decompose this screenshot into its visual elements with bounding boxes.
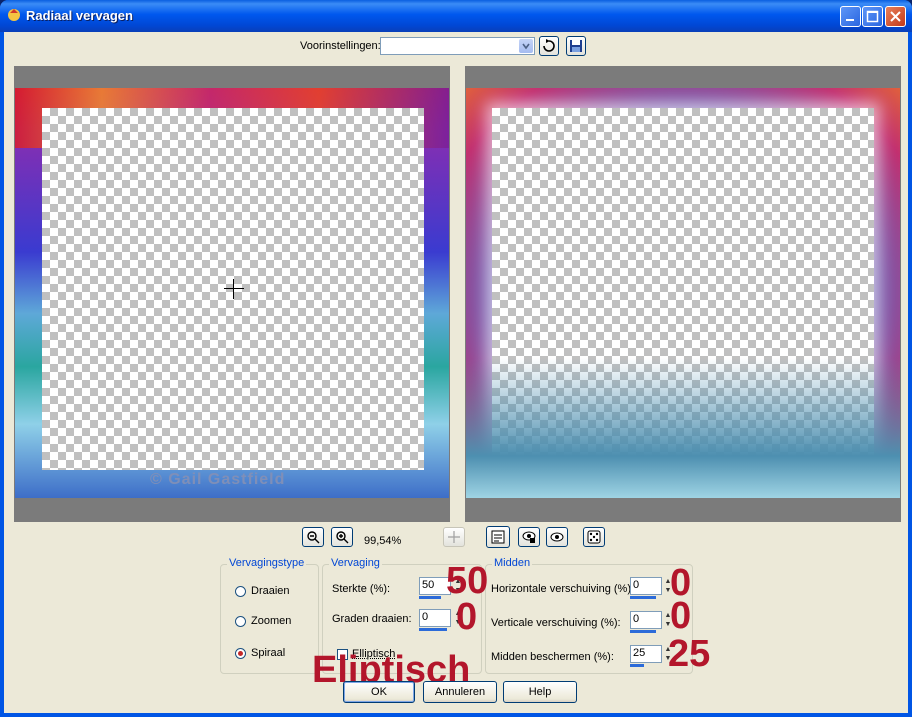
save-icon — [570, 40, 582, 52]
radio-spiraal[interactable]: Spiraal — [235, 645, 285, 661]
v-offset-input[interactable]: 0 — [630, 611, 662, 629]
strength-slider[interactable] — [419, 596, 441, 599]
radio-label: Spiraal — [251, 647, 286, 659]
center-group: Midden Horizontale verschuiving (%): 0 ▲… — [485, 557, 693, 674]
center-crosshair-icon[interactable] — [224, 279, 244, 299]
minimize-icon — [846, 19, 854, 21]
radio-label: Zoomen — [251, 615, 292, 627]
close-icon — [890, 11, 901, 22]
radio-label: Draaien — [251, 585, 290, 597]
rotate-slider[interactable] — [419, 628, 447, 631]
move-icon — [448, 531, 460, 543]
v-offset-annotation: 0 — [670, 595, 692, 637]
auto-proof-button[interactable] — [518, 527, 540, 547]
zoom-level: 99,54% — [364, 535, 402, 547]
eye-icon — [550, 532, 564, 542]
save-preset-button[interactable] — [566, 36, 586, 56]
blur-type-group: Vervagingstype Draaien Zoomen Spiraal — [220, 557, 319, 674]
result-preview-pane[interactable] — [465, 66, 901, 522]
move-view-button[interactable] — [443, 527, 465, 547]
maximize-icon — [866, 10, 879, 23]
randomize-icon — [587, 530, 601, 544]
zoom-in-icon — [336, 531, 349, 544]
chevron-down-icon[interactable] — [519, 39, 533, 53]
radio-draaien[interactable]: Draaien — [235, 583, 290, 599]
h-offset-slider[interactable] — [630, 596, 656, 599]
zoom-in-button[interactable] — [331, 527, 353, 547]
strength-annotation: 50 — [446, 560, 489, 602]
v-offset-label: Verticale verschuiving (%): — [491, 617, 621, 629]
radio-zoomen[interactable]: Zoomen — [235, 613, 291, 629]
rotate-input[interactable]: 0 — [419, 609, 451, 627]
window-title: Radiaal vervagen — [26, 8, 133, 23]
randomize-button[interactable] — [583, 527, 605, 547]
radio-button[interactable] — [235, 615, 246, 627]
radio-button[interactable] — [235, 647, 246, 659]
zoom-out-icon — [307, 531, 320, 544]
v-offset-slider[interactable] — [630, 630, 656, 633]
presets-dropdown[interactable] — [380, 37, 535, 55]
h-offset-label: Horizontale verschuiving (%): — [491, 583, 635, 595]
preview-eye-button[interactable] — [546, 527, 568, 547]
maximize-button[interactable] — [862, 6, 883, 27]
blur-title: Vervaging — [329, 557, 382, 569]
app-icon — [8, 9, 20, 21]
minimize-button[interactable] — [840, 6, 861, 27]
reset-icon — [543, 39, 555, 52]
center-title: Midden — [492, 557, 533, 569]
ok-button[interactable]: OK — [343, 681, 415, 703]
original-preview-pane[interactable]: © Gail Gastfield — [14, 66, 450, 522]
dialog-window: Radiaal vervagen Voorinstellingen: © Gai… — [0, 0, 912, 717]
proof-icon — [491, 530, 505, 544]
h-offset-input[interactable]: 0 — [630, 577, 662, 595]
zoom-out-button[interactable] — [302, 527, 324, 547]
reset-presets-button[interactable] — [539, 36, 559, 56]
protect-center-slider[interactable] — [630, 664, 644, 667]
proof-toggle-button[interactable] — [486, 526, 510, 548]
title-bar[interactable]: Radiaal vervagen — [0, 0, 912, 32]
protect-center-input[interactable]: 25 — [630, 645, 662, 663]
rotate-annotation: 0 — [456, 596, 478, 638]
original-preview-image: © Gail Gastfield — [15, 88, 449, 498]
protect-center-label: Midden beschermen (%): — [491, 651, 614, 663]
transparency-checkerboard — [492, 108, 874, 470]
rotate-label: Graden draaien: — [332, 613, 412, 625]
protect-center-annotation: 25 — [668, 633, 711, 675]
help-button[interactable]: Help — [503, 681, 577, 703]
presets-label: Voorinstellingen: — [300, 40, 381, 52]
image-watermark: © Gail Gastfield — [150, 471, 286, 488]
close-button[interactable] — [885, 6, 906, 27]
dialog-client: Voorinstellingen: © Gail Gastfield 99,54… — [4, 32, 908, 713]
strength-label: Sterkte (%): — [332, 583, 391, 595]
cancel-button[interactable]: Annuleren — [423, 681, 497, 703]
radio-button[interactable] — [235, 585, 246, 597]
blur-type-title: Vervagingstype — [227, 557, 307, 569]
result-preview-image — [466, 88, 900, 498]
auto-proof-icon — [522, 531, 536, 543]
